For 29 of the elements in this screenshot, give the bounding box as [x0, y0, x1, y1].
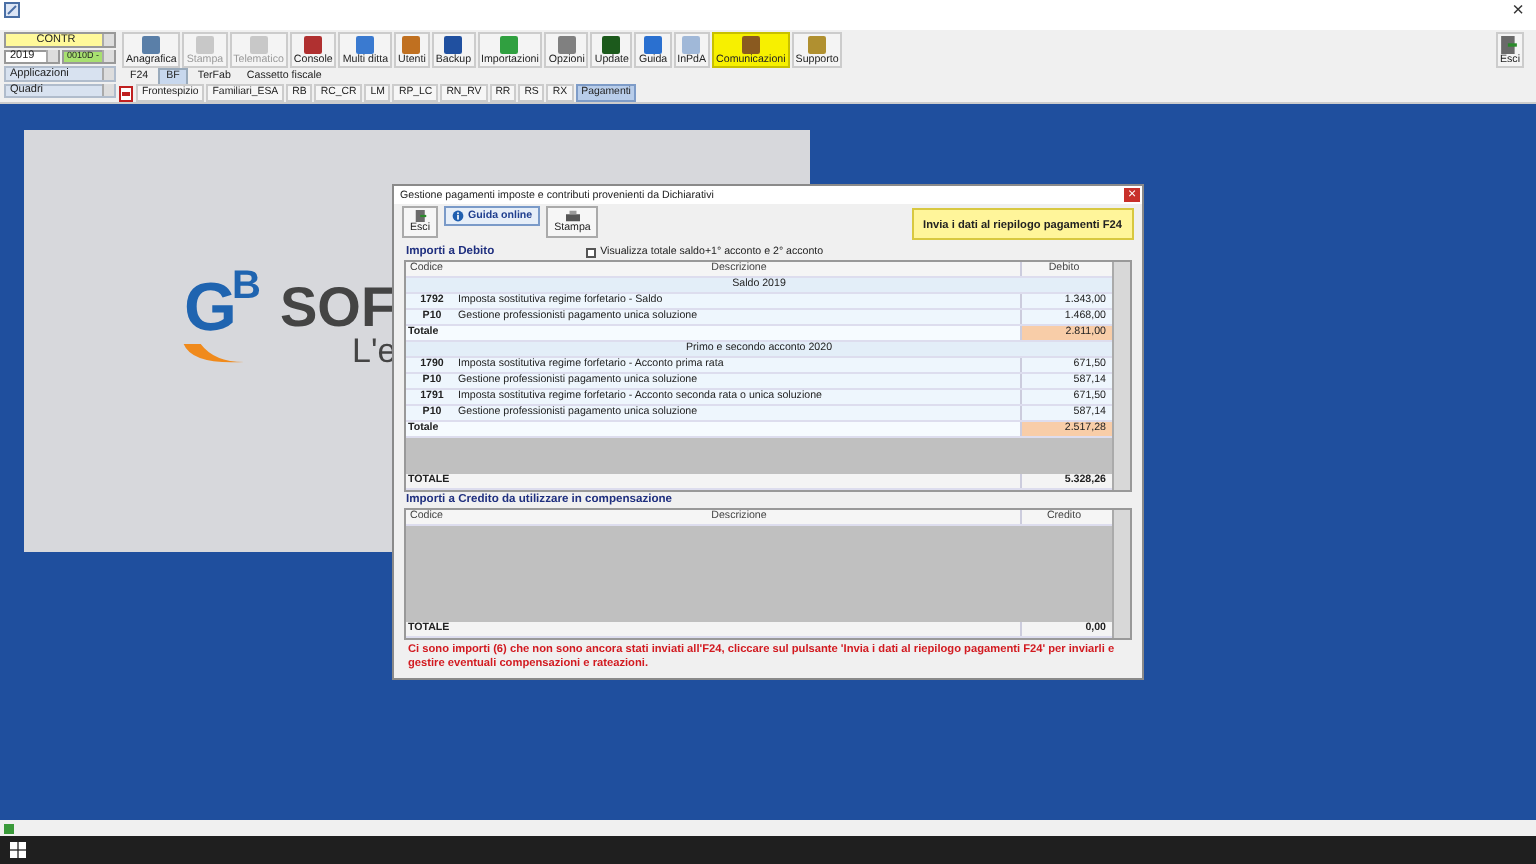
close-button[interactable]: × — [1512, 2, 1524, 20]
app-icon — [4, 2, 20, 18]
tile-icon — [682, 36, 701, 54]
status-icon — [4, 823, 14, 833]
pdf-icon[interactable] — [118, 85, 134, 101]
checkbox[interactable] — [586, 247, 597, 257]
tile-icon — [356, 36, 375, 54]
tile-icon — [249, 36, 268, 54]
logo-letter: B — [232, 266, 261, 306]
exit-icon — [413, 210, 427, 222]
tile-icon — [644, 36, 663, 54]
tile-icon — [557, 36, 576, 54]
windows-icon[interactable] — [10, 842, 26, 858]
logo-word: SOF — [280, 278, 396, 338]
tile-icon — [602, 36, 621, 54]
exit-icon — [1500, 36, 1519, 54]
tile-icon — [741, 36, 760, 54]
tile-icon — [808, 36, 827, 54]
tile-icon — [142, 36, 161, 54]
tile-icon — [195, 36, 214, 54]
scrollbar[interactable] — [1112, 510, 1130, 638]
tile-icon — [444, 36, 463, 54]
info-icon — [452, 210, 465, 222]
tile-icon — [402, 36, 421, 54]
tile-icon — [500, 36, 519, 54]
logo-letter: G — [184, 274, 237, 342]
scrollbar[interactable] — [1112, 262, 1130, 490]
printer-icon — [565, 210, 580, 222]
tile-icon — [304, 36, 323, 54]
